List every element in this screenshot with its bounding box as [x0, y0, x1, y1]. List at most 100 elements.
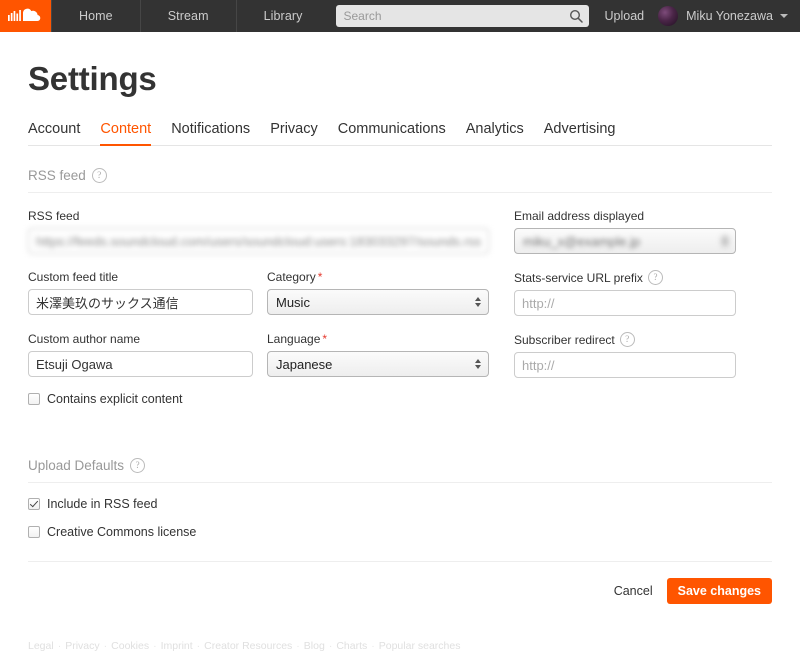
chevron-down-icon	[475, 365, 481, 369]
nav-item-home[interactable]: Home	[51, 0, 140, 32]
category-label: Category *	[267, 270, 489, 284]
custom-author-name-input[interactable]	[28, 351, 253, 377]
nav-item-stream-label: Stream	[168, 9, 209, 23]
search-icon[interactable]	[569, 9, 583, 23]
tab-content-label: Content	[100, 121, 151, 137]
subscriber-redirect-label: Subscriber redirect ?	[514, 332, 736, 347]
rss-feed-section-header: RSS feed ?	[28, 168, 772, 193]
chevron-up-icon	[475, 359, 481, 363]
footer-link-blog[interactable]: Blog	[304, 640, 325, 652]
stats-url-prefix-field-group: Stats-service URL prefix ?	[514, 270, 736, 316]
tab-privacy-label: Privacy	[270, 121, 318, 137]
language-value: Japanese	[276, 357, 332, 372]
chevron-down-icon	[722, 242, 728, 246]
email-displayed-field-group: Email address displayed miku_x@example.j…	[514, 209, 736, 254]
custom-feed-title-label-text: Custom feed title	[28, 270, 118, 284]
upload-label: Upload	[605, 9, 645, 23]
creative-commons-license-label: Creative Commons license	[47, 525, 196, 539]
custom-feed-title-input[interactable]	[28, 289, 253, 315]
include-in-rss-feed-label: Include in RSS feed	[47, 497, 158, 511]
user-menu[interactable]: Miku Yonezawa	[658, 0, 792, 32]
email-displayed-select[interactable]: miku_x@example.jp	[514, 228, 736, 254]
footer-link-creator-resources[interactable]: Creator Resources	[204, 640, 292, 652]
email-displayed-value: miku_x@example.jp	[523, 234, 640, 249]
tab-analytics-label: Analytics	[466, 121, 524, 137]
user-name-label: Miku Yonezawa	[686, 9, 773, 23]
footer-link-imprint[interactable]: Imprint	[161, 640, 193, 652]
tab-analytics[interactable]: Analytics	[466, 121, 524, 146]
rss-feed-input[interactable]	[28, 228, 489, 254]
footer-link-charts[interactable]: Charts	[336, 640, 367, 652]
form-actions: Cancel Save changes	[28, 561, 772, 604]
subscriber-redirect-field-group: Subscriber redirect ?	[514, 332, 736, 378]
help-question-icon[interactable]: ?	[92, 168, 107, 183]
select-stepper-icon[interactable]	[475, 297, 481, 307]
tab-privacy[interactable]: Privacy	[270, 121, 318, 146]
email-displayed-label: Email address displayed	[514, 209, 736, 223]
footer-link-legal[interactable]: Legal	[28, 640, 54, 652]
stats-url-prefix-input[interactable]	[514, 290, 736, 316]
category-select[interactable]: Music	[267, 289, 489, 315]
stats-url-prefix-label: Stats-service URL prefix ?	[514, 270, 736, 285]
chevron-down-icon[interactable]	[780, 14, 788, 18]
tab-communications-label: Communications	[338, 121, 446, 137]
nav-item-library[interactable]: Library	[236, 0, 330, 32]
avatar	[658, 6, 678, 26]
soundcloud-logo-icon[interactable]	[0, 0, 51, 32]
footer-separator: ·	[197, 640, 201, 652]
nav-item-stream[interactable]: Stream	[140, 0, 236, 32]
tab-content[interactable]: Content	[100, 121, 151, 146]
upload-button[interactable]: Upload	[589, 0, 659, 32]
rss-feed-label-text: RSS feed	[28, 209, 79, 223]
footer-separator: ·	[371, 640, 375, 652]
custom-author-name-label: Custom author name	[28, 332, 253, 346]
creative-commons-license-checkbox-row[interactable]: Creative Commons license	[28, 525, 772, 539]
subscriber-redirect-input[interactable]	[514, 352, 736, 378]
language-label-text: Language	[267, 332, 320, 346]
help-question-icon[interactable]: ?	[620, 332, 635, 347]
category-label-text: Category	[267, 270, 316, 284]
select-stepper-icon[interactable]	[722, 236, 728, 246]
footer-separator: ·	[58, 640, 62, 652]
language-field-group: Language * Japanese	[267, 332, 489, 378]
include-in-rss-feed-checkbox[interactable]	[28, 498, 40, 510]
cancel-button[interactable]: Cancel	[614, 584, 653, 598]
explicit-content-checkbox-row[interactable]: Contains explicit content	[28, 392, 772, 406]
tab-communications[interactable]: Communications	[338, 121, 446, 146]
top-navigation-bar: Home Stream Library Upload Miku Yonezawa	[0, 0, 800, 32]
save-changes-button[interactable]: Save changes	[667, 578, 772, 604]
creative-commons-license-checkbox[interactable]	[28, 526, 40, 538]
include-in-rss-feed-checkbox-row[interactable]: Include in RSS feed	[28, 497, 772, 511]
nav-item-library-label: Library	[264, 9, 303, 23]
search-container	[336, 0, 589, 32]
rss-feed-label: RSS feed	[28, 209, 489, 223]
search-input[interactable]	[344, 9, 569, 23]
select-stepper-icon[interactable]	[475, 359, 481, 369]
tab-advertising[interactable]: Advertising	[544, 121, 616, 146]
custom-author-name-label-text: Custom author name	[28, 332, 140, 346]
category-field-group: Category * Music	[267, 270, 489, 316]
custom-feed-title-field-group: Custom feed title	[28, 270, 253, 316]
nav-item-home-label: Home	[79, 9, 113, 23]
footer-separator: ·	[329, 640, 333, 652]
help-question-icon[interactable]: ?	[648, 270, 663, 285]
upload-defaults-section-title: Upload Defaults	[28, 458, 124, 473]
footer-link-cookies[interactable]: Cookies	[111, 640, 149, 652]
tab-notifications-label: Notifications	[171, 121, 250, 137]
help-question-icon[interactable]: ?	[130, 458, 145, 473]
category-value: Music	[276, 295, 310, 310]
tab-notifications[interactable]: Notifications	[171, 121, 250, 146]
footer-separator: ·	[296, 640, 300, 652]
email-displayed-label-text: Email address displayed	[514, 209, 644, 223]
required-asterisk: *	[318, 270, 323, 284]
footer-link-privacy[interactable]: Privacy	[65, 640, 99, 652]
search-box[interactable]	[336, 5, 589, 27]
footer-separator: ·	[153, 640, 157, 652]
custom-feed-title-label: Custom feed title	[28, 270, 253, 284]
rss-feed-row-3: Custom author name Language * Japanese S…	[28, 332, 772, 378]
footer-separator: ·	[104, 640, 108, 652]
tab-account[interactable]: Account	[28, 121, 80, 146]
language-select[interactable]: Japanese	[267, 351, 489, 377]
footer-link-popular-searches[interactable]: Popular searches	[379, 640, 461, 652]
explicit-content-checkbox[interactable]	[28, 393, 40, 405]
